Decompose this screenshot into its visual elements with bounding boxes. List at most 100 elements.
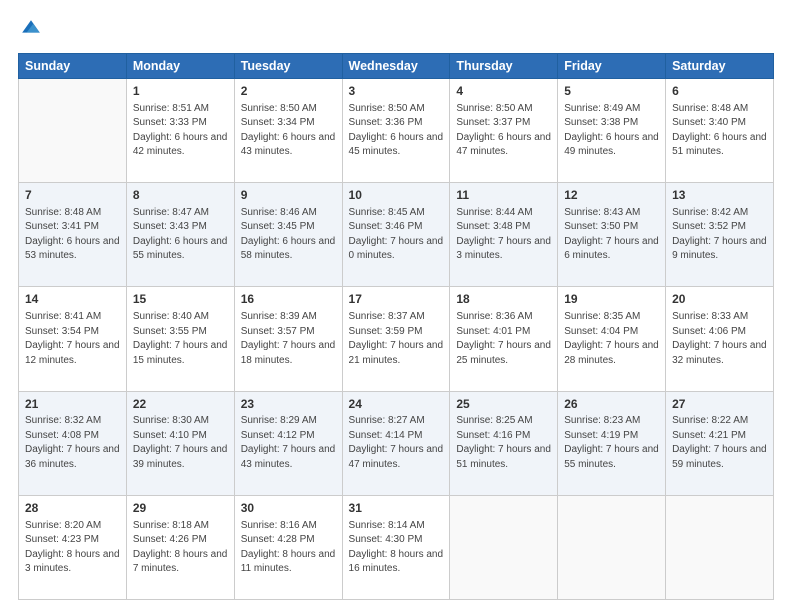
day-info: Sunrise: 8:37 AMSunset: 3:59 PMDaylight:… bbox=[349, 310, 444, 368]
col-header-monday: Monday bbox=[126, 54, 234, 79]
day-info: Sunrise: 8:18 AMSunset: 4:26 PMDaylight:… bbox=[133, 519, 228, 577]
day-number: 17 bbox=[349, 291, 444, 308]
day-info: Sunrise: 8:44 AMSunset: 3:48 PMDaylight:… bbox=[456, 206, 551, 264]
day-number: 3 bbox=[349, 83, 444, 100]
col-header-friday: Friday bbox=[558, 54, 666, 79]
calendar-cell-w0-d3: 3 Sunrise: 8:50 AMSunset: 3:36 PMDaylight… bbox=[342, 79, 450, 183]
calendar-cell-w3-d2: 23Sunrise: 8:29 AMSunset: 4:12 PMDayligh… bbox=[234, 391, 342, 495]
day-info: Sunrise: 8:46 AMSunset: 3:45 PMDaylight:… bbox=[241, 206, 336, 264]
day-number: 8 bbox=[133, 187, 228, 204]
calendar-cell-w4-d2: 30 Sunrise: 8:16 AMSunset: 4:28 PMDayligh… bbox=[234, 495, 342, 599]
calendar-cell-w4-d1: 29 Sunrise: 8:18 AMSunset: 4:26 PMDayligh… bbox=[126, 495, 234, 599]
day-number: 6 bbox=[672, 83, 767, 100]
day-number: 5 bbox=[564, 83, 659, 100]
calendar-cell-w2-d1: 15 Sunrise: 8:40 AMSunset: 3:55 PMDayligh… bbox=[126, 287, 234, 391]
header bbox=[18, 18, 774, 45]
calendar-table: SundayMondayTuesdayWednesdayThursdayFrid… bbox=[18, 53, 774, 600]
col-header-saturday: Saturday bbox=[666, 54, 774, 79]
day-info: Sunrise: 8:35 AMSunset: 4:04 PMDaylight:… bbox=[564, 310, 659, 368]
day-info: Sunrise: 8:48 AMSunset: 3:40 PMDaylight:… bbox=[672, 102, 767, 160]
calendar-cell-w3-d3: 24Sunrise: 8:27 AMSunset: 4:14 PMDayligh… bbox=[342, 391, 450, 495]
col-header-tuesday: Tuesday bbox=[234, 54, 342, 79]
calendar-cell-w2-d4: 18 Sunrise: 8:36 AMSunset: 4:01 PMDayligh… bbox=[450, 287, 558, 391]
day-number: 1 bbox=[133, 83, 228, 100]
day-number: 13 bbox=[672, 187, 767, 204]
calendar-cell-w1-d3: 10 Sunrise: 8:45 AMSunset: 3:46 PMDayligh… bbox=[342, 183, 450, 287]
day-info: Sunrise: 8:47 AMSunset: 3:43 PMDaylight:… bbox=[133, 206, 228, 264]
day-info: Sunrise: 8:50 AMSunset: 3:37 PMDaylight:… bbox=[456, 102, 551, 160]
day-number: 31 bbox=[349, 500, 444, 517]
day-number: 15 bbox=[133, 291, 228, 308]
calendar-cell-w1-d6: 13 Sunrise: 8:42 AMSunset: 3:52 PMDayligh… bbox=[666, 183, 774, 287]
day-info: Sunrise: 8:14 AMSunset: 4:30 PMDaylight:… bbox=[349, 519, 444, 577]
day-info: Sunrise: 8:29 AMSunset: 4:12 PMDaylight:… bbox=[241, 414, 336, 472]
day-info: Sunrise: 8:49 AMSunset: 3:38 PMDaylight:… bbox=[564, 102, 659, 160]
page: SundayMondayTuesdayWednesdayThursdayFrid… bbox=[0, 0, 792, 612]
day-number: 19 bbox=[564, 291, 659, 308]
col-header-thursday: Thursday bbox=[450, 54, 558, 79]
calendar-cell-w4-d3: 31 Sunrise: 8:14 AMSunset: 4:30 PMDayligh… bbox=[342, 495, 450, 599]
day-info: Sunrise: 8:16 AMSunset: 4:28 PMDaylight:… bbox=[241, 519, 336, 577]
day-info: Sunrise: 8:23 AMSunset: 4:19 PMDaylight:… bbox=[564, 414, 659, 472]
calendar-cell-w0-d2: 2 Sunrise: 8:50 AMSunset: 3:34 PMDaylight… bbox=[234, 79, 342, 183]
day-info: Sunrise: 8:32 AMSunset: 4:08 PMDaylight:… bbox=[25, 414, 120, 472]
calendar-cell-w3-d6: 27Sunrise: 8:22 AMSunset: 4:21 PMDayligh… bbox=[666, 391, 774, 495]
day-number: 10 bbox=[349, 187, 444, 204]
day-number: 9 bbox=[241, 187, 336, 204]
day-info: Sunrise: 8:40 AMSunset: 3:55 PMDaylight:… bbox=[133, 310, 228, 368]
day-number: 16 bbox=[241, 291, 336, 308]
calendar-cell-w1-d4: 11 Sunrise: 8:44 AMSunset: 3:48 PMDayligh… bbox=[450, 183, 558, 287]
day-info: Sunrise: 8:48 AMSunset: 3:41 PMDaylight:… bbox=[25, 206, 120, 264]
day-number: 11 bbox=[456, 187, 551, 204]
calendar-cell-w3-d1: 22Sunrise: 8:30 AMSunset: 4:10 PMDayligh… bbox=[126, 391, 234, 495]
day-info: Sunrise: 8:50 AMSunset: 3:36 PMDaylight:… bbox=[349, 102, 444, 160]
day-number: 22 bbox=[133, 396, 228, 413]
calendar-cell-w2-d3: 17 Sunrise: 8:37 AMSunset: 3:59 PMDayligh… bbox=[342, 287, 450, 391]
header-row: SundayMondayTuesdayWednesdayThursdayFrid… bbox=[19, 54, 774, 79]
day-info: Sunrise: 8:27 AMSunset: 4:14 PMDaylight:… bbox=[349, 414, 444, 472]
day-number: 18 bbox=[456, 291, 551, 308]
day-number: 26 bbox=[564, 396, 659, 413]
calendar-cell-w1-d2: 9 Sunrise: 8:46 AMSunset: 3:45 PMDaylight… bbox=[234, 183, 342, 287]
week-row-1: 7Sunrise: 8:48 AMSunset: 3:41 PMDaylight… bbox=[19, 183, 774, 287]
week-row-2: 14 Sunrise: 8:41 AMSunset: 3:54 PMDayligh… bbox=[19, 287, 774, 391]
day-info: Sunrise: 8:30 AMSunset: 4:10 PMDaylight:… bbox=[133, 414, 228, 472]
day-info: Sunrise: 8:41 AMSunset: 3:54 PMDaylight:… bbox=[25, 310, 120, 368]
calendar-cell-w1-d0: 7Sunrise: 8:48 AMSunset: 3:41 PMDaylight… bbox=[19, 183, 127, 287]
calendar-cell-w1-d1: 8 Sunrise: 8:47 AMSunset: 3:43 PMDaylight… bbox=[126, 183, 234, 287]
day-info: Sunrise: 8:50 AMSunset: 3:34 PMDaylight:… bbox=[241, 102, 336, 160]
week-row-3: 21Sunrise: 8:32 AMSunset: 4:08 PMDayligh… bbox=[19, 391, 774, 495]
day-info: Sunrise: 8:36 AMSunset: 4:01 PMDaylight:… bbox=[456, 310, 551, 368]
calendar-cell-w2-d0: 14 Sunrise: 8:41 AMSunset: 3:54 PMDayligh… bbox=[19, 287, 127, 391]
day-number: 2 bbox=[241, 83, 336, 100]
calendar-cell-w2-d5: 19 Sunrise: 8:35 AMSunset: 4:04 PMDayligh… bbox=[558, 287, 666, 391]
logo-icon bbox=[20, 18, 42, 40]
calendar-cell-w3-d4: 25Sunrise: 8:25 AMSunset: 4:16 PMDayligh… bbox=[450, 391, 558, 495]
day-number: 28 bbox=[25, 500, 120, 517]
calendar-cell-w0-d4: 4 Sunrise: 8:50 AMSunset: 3:37 PMDaylight… bbox=[450, 79, 558, 183]
day-number: 21 bbox=[25, 396, 120, 413]
day-info: Sunrise: 8:39 AMSunset: 3:57 PMDaylight:… bbox=[241, 310, 336, 368]
day-info: Sunrise: 8:42 AMSunset: 3:52 PMDaylight:… bbox=[672, 206, 767, 264]
calendar-cell-w4-d4 bbox=[450, 495, 558, 599]
calendar-cell-w3-d5: 26Sunrise: 8:23 AMSunset: 4:19 PMDayligh… bbox=[558, 391, 666, 495]
calendar-cell-w0-d0 bbox=[19, 79, 127, 183]
calendar-cell-w2-d6: 20Sunrise: 8:33 AMSunset: 4:06 PMDayligh… bbox=[666, 287, 774, 391]
day-info: Sunrise: 8:22 AMSunset: 4:21 PMDaylight:… bbox=[672, 414, 767, 472]
calendar-cell-w4-d6 bbox=[666, 495, 774, 599]
day-number: 30 bbox=[241, 500, 336, 517]
day-number: 4 bbox=[456, 83, 551, 100]
day-info: Sunrise: 8:45 AMSunset: 3:46 PMDaylight:… bbox=[349, 206, 444, 264]
calendar-cell-w4-d0: 28 Sunrise: 8:20 AMSunset: 4:23 PMDayligh… bbox=[19, 495, 127, 599]
logo bbox=[18, 18, 42, 45]
calendar-cell-w4-d5 bbox=[558, 495, 666, 599]
day-number: 24 bbox=[349, 396, 444, 413]
calendar-cell-w0-d5: 5 Sunrise: 8:49 AMSunset: 3:38 PMDaylight… bbox=[558, 79, 666, 183]
day-info: Sunrise: 8:33 AMSunset: 4:06 PMDaylight:… bbox=[672, 310, 767, 368]
calendar-cell-w1-d5: 12Sunrise: 8:43 AMSunset: 3:50 PMDayligh… bbox=[558, 183, 666, 287]
calendar-cell-w0-d6: 6 Sunrise: 8:48 AMSunset: 3:40 PMDaylight… bbox=[666, 79, 774, 183]
day-info: Sunrise: 8:25 AMSunset: 4:16 PMDaylight:… bbox=[456, 414, 551, 472]
day-info: Sunrise: 8:20 AMSunset: 4:23 PMDaylight:… bbox=[25, 519, 120, 577]
day-number: 29 bbox=[133, 500, 228, 517]
day-number: 14 bbox=[25, 291, 120, 308]
